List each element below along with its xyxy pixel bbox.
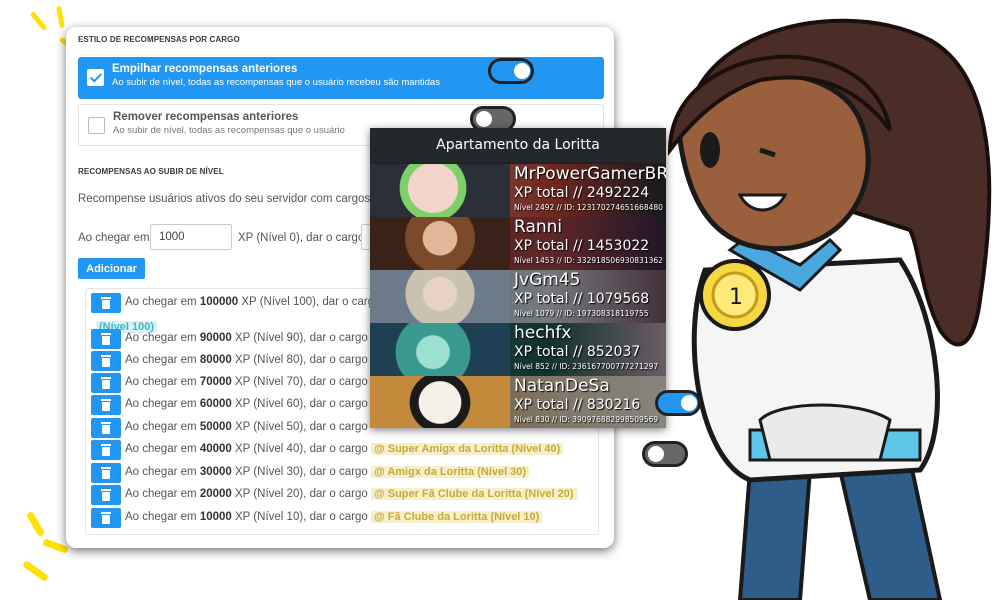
leaderboard-entry: NatanDeSa XP total // 830216 Nível 830 /… bbox=[370, 376, 666, 428]
user-name: NatanDeSa bbox=[514, 376, 610, 396]
user-name: Ranni bbox=[514, 217, 563, 237]
user-name: MrPowerGamerBR bbox=[514, 164, 666, 184]
leaderboard-entry: JvGm45 XP total // 1079568 Nível 1079 //… bbox=[370, 270, 666, 323]
delete-reward-button[interactable] bbox=[91, 418, 121, 438]
remove-rewards-title: Remover recompensas anteriores bbox=[113, 111, 299, 123]
stack-rewards-title: Empilhar recompensas anteriores bbox=[112, 63, 298, 75]
user-name: hechfx bbox=[514, 323, 572, 343]
trash-icon bbox=[101, 399, 111, 401]
user-xp: XP total // 830216 bbox=[514, 397, 641, 413]
remove-rewards-checkbox[interactable] bbox=[88, 117, 105, 134]
check-icon bbox=[89, 70, 103, 83]
svg-text:1: 1 bbox=[729, 285, 743, 310]
delete-reward-button[interactable] bbox=[91, 395, 121, 415]
remove-rewards-desc: Ao subir de nível, todas as recompensas … bbox=[113, 125, 345, 136]
user-meta: Nível 2492 // ID: 123170274651668480 bbox=[514, 203, 663, 212]
stack-rewards-desc: Ao subir de nível, todas as recompensas … bbox=[112, 77, 440, 88]
toggle-switch-on[interactable] bbox=[488, 58, 534, 84]
delete-reward-button[interactable] bbox=[91, 463, 121, 483]
role-tag: @ Fã Clube da Loritta (Nível 10) bbox=[370, 511, 543, 523]
toggle-switch-on-right[interactable] bbox=[655, 390, 701, 416]
xp-input[interactable] bbox=[150, 224, 232, 250]
user-xp: XP total // 1079568 bbox=[514, 291, 650, 307]
delete-reward-button[interactable] bbox=[91, 440, 121, 460]
user-avatar bbox=[370, 323, 510, 376]
level-rewards-title: RECOMPENSAS AO SUBIR DE NÍVEL bbox=[78, 167, 224, 176]
role-tag: @ Super Fã Clube da Loritta (Nível 20) bbox=[370, 488, 577, 500]
role-tag: @ Super Amigx da Loritta (Nível 40) bbox=[370, 443, 564, 455]
level-rewards-description: Recompense usuários ativos do seu servid… bbox=[78, 193, 371, 205]
trash-icon bbox=[101, 422, 111, 424]
role-tag: @ Amigx da Loritta (Nível 30) bbox=[370, 466, 530, 478]
user-xp: XP total // 1453022 bbox=[514, 238, 650, 254]
trash-icon bbox=[101, 297, 111, 299]
delete-reward-button[interactable] bbox=[91, 485, 121, 505]
user-meta: Nível 1079 // ID: 197308318119755 bbox=[514, 309, 649, 318]
delete-reward-button[interactable] bbox=[91, 351, 121, 371]
trash-icon bbox=[101, 333, 111, 335]
delete-reward-button[interactable] bbox=[91, 373, 121, 393]
user-meta: Nível 1453 // ID: 332918506930831362 bbox=[514, 256, 663, 265]
trash-icon bbox=[101, 355, 111, 357]
leaderboard-entry: hechfx XP total // 852037 Nível 852 // I… bbox=[370, 323, 666, 376]
delete-reward-button[interactable] bbox=[91, 293, 121, 313]
user-avatar bbox=[370, 376, 510, 428]
user-avatar bbox=[370, 217, 510, 270]
reward-row: Ao chegar em 30000 XP (Nível 30), dar o … bbox=[91, 463, 591, 483]
xp-leaderboard: Apartamento da Loritta MrPowerGamerBR XP… bbox=[370, 128, 666, 428]
trash-icon bbox=[101, 512, 111, 514]
user-avatar bbox=[370, 164, 510, 217]
trash-icon bbox=[101, 444, 111, 446]
trash-icon bbox=[101, 467, 111, 469]
form-suffix-label: XP (Nível 0), dar o cargo bbox=[238, 232, 365, 244]
delete-reward-button[interactable] bbox=[91, 329, 121, 349]
style-section-title: ESTILO DE RECOMPENSAS POR CARGO bbox=[78, 35, 240, 44]
reward-row: Ao chegar em 20000 XP (Nível 20), dar o … bbox=[91, 485, 591, 505]
delete-reward-button[interactable] bbox=[91, 508, 121, 528]
trash-icon bbox=[101, 377, 111, 379]
user-xp: XP total // 852037 bbox=[514, 344, 641, 360]
trash-icon bbox=[101, 489, 111, 491]
user-name: JvGm45 bbox=[514, 270, 581, 290]
reward-row: Ao chegar em 40000 XP (Nível 40), dar o … bbox=[91, 440, 591, 460]
user-meta: Nível 852 // ID: 236167700777271297 bbox=[514, 362, 659, 371]
user-meta: Nível 830 // ID: 390976882998509569 bbox=[514, 415, 659, 424]
form-prefix-label: Ao chegar em bbox=[78, 232, 150, 244]
reward-row: Ao chegar em 10000 XP (Nível 10), dar o … bbox=[91, 508, 591, 528]
stack-rewards-checkbox[interactable] bbox=[87, 69, 104, 86]
leaderboard-entry: MrPowerGamerBR XP total // 2492224 Nível… bbox=[370, 164, 666, 217]
user-xp: XP total // 2492224 bbox=[514, 185, 650, 201]
add-reward-button[interactable]: Adicionar bbox=[78, 258, 145, 279]
leaderboard-entry: Ranni XP total // 1453022 Nível 1453 // … bbox=[370, 217, 666, 270]
toggle-switch-off-right[interactable] bbox=[642, 441, 688, 467]
user-avatar bbox=[370, 270, 510, 323]
leaderboard-title: Apartamento da Loritta bbox=[370, 128, 666, 162]
